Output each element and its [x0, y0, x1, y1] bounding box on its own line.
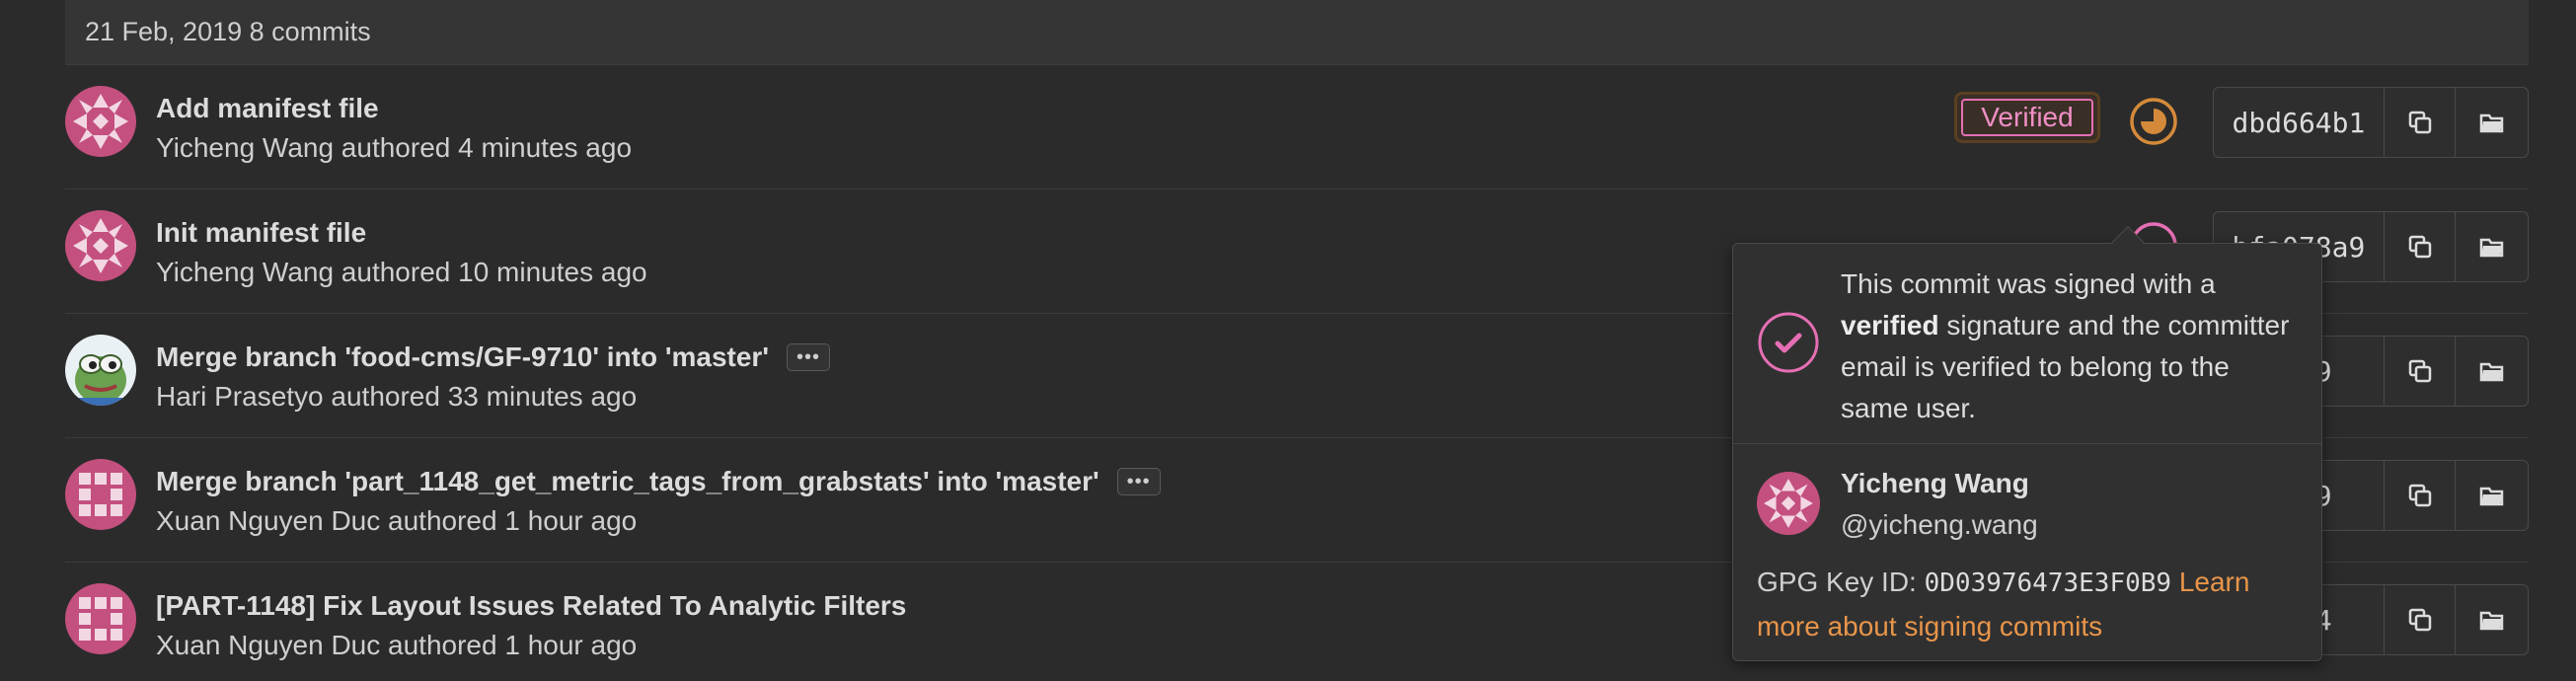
verified-badge-label: Verified [1961, 99, 2093, 136]
day-header-date: 21 Feb, 2019 [85, 17, 243, 46]
verification-text-pre: This commit was signed with a [1841, 268, 2216, 299]
copy-icon [2408, 484, 2431, 507]
commit-title[interactable]: Merge branch 'part_1148_get_metric_tags_… [156, 466, 1099, 497]
commit-title[interactable]: Init manifest file [156, 217, 366, 249]
signer-avatar[interactable] [1757, 472, 1820, 535]
folder-open-icon [2479, 238, 2503, 258]
commit-title[interactable]: Add manifest file [156, 93, 379, 124]
gpg-key-info: GPG Key ID: 0D03976473E3F0B9 Learn more … [1757, 561, 2310, 648]
author-avatar[interactable] [65, 459, 136, 530]
signature-popover: This commit was signed with a verified s… [1732, 226, 2322, 661]
check-circle-icon [1757, 311, 1820, 374]
browse-files-button[interactable] [2456, 212, 2528, 281]
copy-sha-button[interactable] [2385, 212, 2457, 281]
author-avatar[interactable] [65, 583, 136, 654]
commit-title[interactable]: [PART-1148] Fix Layout Issues Related To… [156, 590, 906, 622]
commit-meta: Xuan Nguyen Duc authored 1 hour ago [156, 630, 638, 660]
copy-sha-button[interactable] [2385, 461, 2457, 530]
verification-text-bold: verified [1841, 310, 1939, 340]
day-header-count: 8 commits [249, 17, 371, 46]
commit-row: Add manifest file Yicheng Wang authored … [65, 65, 2529, 189]
gpg-key-label: GPG Key ID: [1757, 567, 1917, 597]
pipeline-running-icon[interactable] [2129, 97, 2178, 146]
commit-meta: Xuan Nguyen Duc authored 1 hour ago [156, 505, 638, 536]
signer-username[interactable]: @yicheng.wang [1841, 509, 2038, 541]
browse-files-button[interactable] [2456, 88, 2528, 157]
signer-name[interactable]: Yicheng Wang [1841, 468, 2029, 499]
browse-files-button[interactable] [2456, 337, 2528, 406]
folder-open-icon [2479, 611, 2503, 631]
popover-verification-section: This commit was signed with a verified s… [1733, 244, 2321, 444]
commit-meta: Yicheng Wang authored 4 minutes ago [156, 132, 633, 163]
copy-icon [2408, 359, 2431, 383]
author-avatar[interactable] [65, 210, 136, 281]
browse-files-button[interactable] [2456, 585, 2528, 654]
author-avatar[interactable] [65, 86, 136, 157]
gpg-key-id: 0D03976473E3F0B9 [1924, 568, 2172, 598]
commit-sha[interactable]: dbd664b1 [2214, 88, 2385, 157]
expand-description-button[interactable]: ••• [787, 343, 830, 371]
expand-description-button[interactable]: ••• [1116, 468, 1161, 495]
commit-meta: Yicheng Wang authored 10 minutes ago [156, 257, 647, 287]
commit-sha-group: dbd664b1 [2213, 87, 2529, 158]
folder-open-icon [2479, 114, 2503, 133]
folder-open-icon [2479, 362, 2503, 382]
commit-meta: Hari Prasetyo authored 33 minutes ago [156, 381, 638, 412]
browse-files-button[interactable] [2456, 461, 2528, 530]
day-header: 21 Feb, 2019 8 commits [65, 0, 2529, 65]
copy-sha-button[interactable] [2385, 585, 2457, 654]
copy-icon [2408, 608, 2431, 632]
copy-icon [2408, 111, 2431, 134]
folder-open-icon [2479, 487, 2503, 506]
author-avatar[interactable] [65, 335, 136, 406]
verified-badge[interactable]: Verified [1954, 92, 2100, 143]
verification-message: This commit was signed with a verified s… [1841, 264, 2295, 429]
copy-icon [2408, 235, 2431, 259]
copy-sha-button[interactable] [2385, 337, 2457, 406]
copy-sha-button[interactable] [2385, 88, 2457, 157]
popover-signer-section: Yicheng Wang @yicheng.wang GPG Key ID: 0… [1733, 444, 2321, 661]
commit-title[interactable]: Merge branch 'food-cms/GF-9710' into 'ma… [156, 341, 769, 373]
